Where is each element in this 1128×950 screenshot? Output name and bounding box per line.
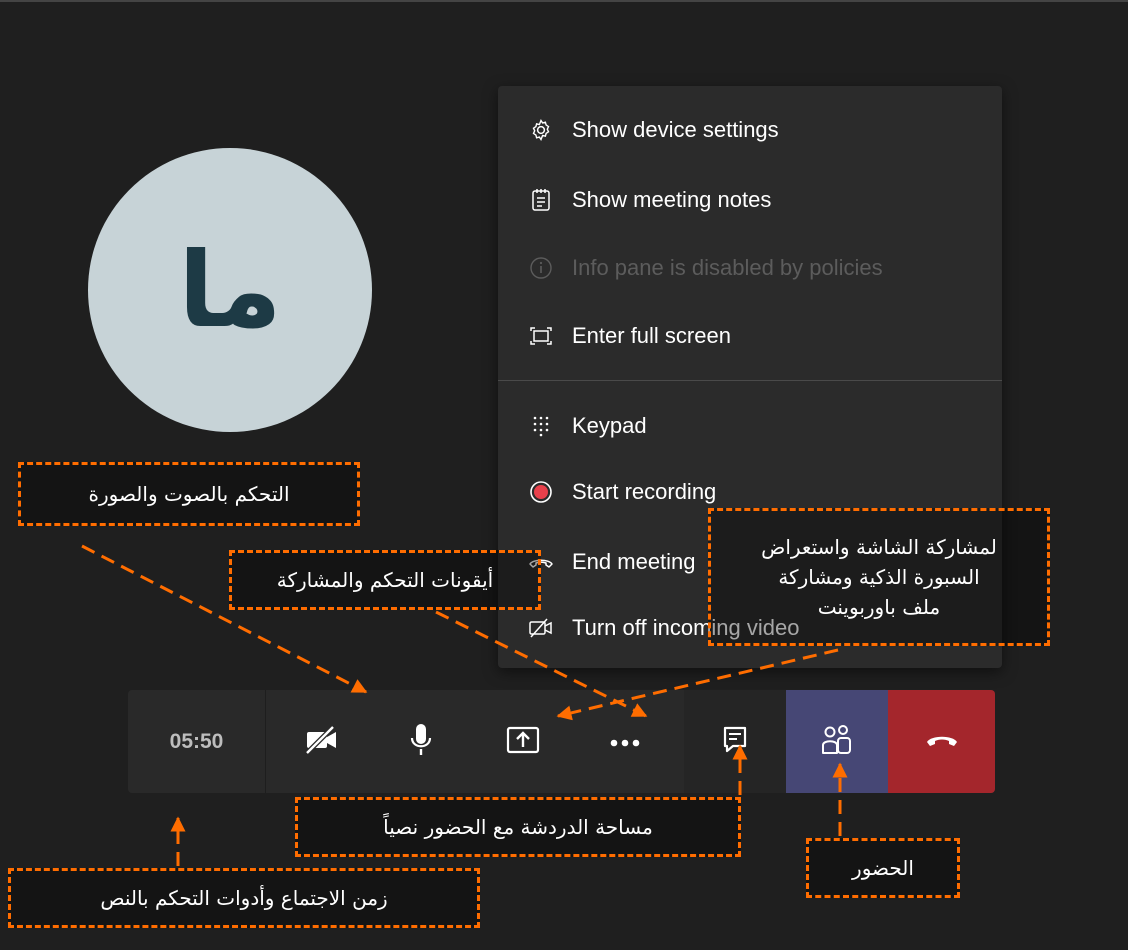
meeting-window: ما Show device settings Show meeting not… [0, 0, 1128, 950]
annotation-text: مساحة الدردشة مع الحضور نصياً [383, 815, 653, 839]
annotation-text-block: لمشاركة الشاشة واستعراض السبورة الذكية و… [761, 532, 997, 622]
menu-item-label: Info pane is disabled by policies [572, 255, 883, 280]
annotation-chat: مساحة الدردشة مع الحضور نصياً [295, 797, 741, 857]
menu-item-label: Show meeting notes [572, 187, 772, 212]
camera-toggle-button[interactable] [282, 690, 362, 793]
keypad-icon [528, 413, 554, 439]
camera-off-icon [304, 723, 340, 759]
top-border [0, 0, 1128, 2]
toolbar-divider [265, 690, 266, 793]
notes-icon [528, 187, 554, 213]
menu-item-label: Enter full screen [572, 323, 731, 348]
annotation-line: لمشاركة الشاشة واستعراض [761, 535, 997, 559]
share-screen-button[interactable] [483, 690, 563, 793]
annotation-controls-share: أيقونات التحكم والمشاركة [229, 550, 541, 610]
menu-item-label: Start recording [572, 479, 717, 504]
menu-divider [498, 380, 1002, 381]
more-options-icon [610, 732, 640, 751]
annotation-line: ملف باوربوينت [817, 595, 941, 619]
hang-up-icon [925, 732, 959, 752]
microphone-icon [409, 723, 433, 761]
annotation-text: زمن الاجتماع وأدوات التحكم بالنص [100, 886, 388, 910]
annotation-text: أيقونات التحكم والمشاركة [276, 568, 494, 592]
avatar-initials: ما [178, 229, 282, 351]
microphone-button[interactable] [381, 690, 461, 793]
menu-item-device-settings[interactable]: Show device settings [498, 100, 1002, 160]
menu-item-full-screen[interactable]: Enter full screen [498, 306, 1002, 366]
annotation-share-screen: لمشاركة الشاشة واستعراض السبورة الذكية و… [708, 508, 1050, 646]
annotation-text: التحكم بالصوت والصورة [88, 482, 290, 506]
meeting-toolbar: 05:50 [128, 690, 995, 793]
participants-icon [820, 723, 854, 761]
annotation-meeting-time: زمن الاجتماع وأدوات التحكم بالنص [8, 868, 480, 928]
share-screen-icon [506, 725, 540, 759]
record-icon [528, 479, 554, 505]
menu-item-meeting-notes[interactable]: Show meeting notes [498, 170, 1002, 230]
menu-item-label: End meeting [572, 549, 696, 574]
menu-item-keypad[interactable]: Keypad [498, 396, 1002, 456]
more-options-button[interactable] [585, 690, 665, 793]
chat-icon [722, 726, 748, 758]
annotation-text: الحضور [852, 856, 914, 880]
video-off-icon [528, 615, 554, 641]
hang-up-button[interactable] [902, 690, 982, 793]
annotation-av-control: التحكم بالصوت والصورة [18, 462, 360, 526]
menu-item-label: Show device settings [572, 117, 779, 142]
fullscreen-icon [528, 323, 554, 349]
gear-icon [528, 117, 554, 143]
menu-item-info-pane: Info pane is disabled by policies [498, 238, 1002, 298]
menu-item-label: Keypad [572, 413, 647, 438]
info-icon [528, 255, 554, 281]
participants-button[interactable] [797, 690, 877, 793]
annotation-line: السبورة الذكية ومشاركة [778, 565, 980, 589]
chat-button[interactable] [695, 690, 775, 793]
annotation-attendees: الحضور [806, 838, 960, 898]
meeting-timer: 05:50 [169, 729, 224, 753]
participant-avatar: ما [88, 148, 372, 432]
